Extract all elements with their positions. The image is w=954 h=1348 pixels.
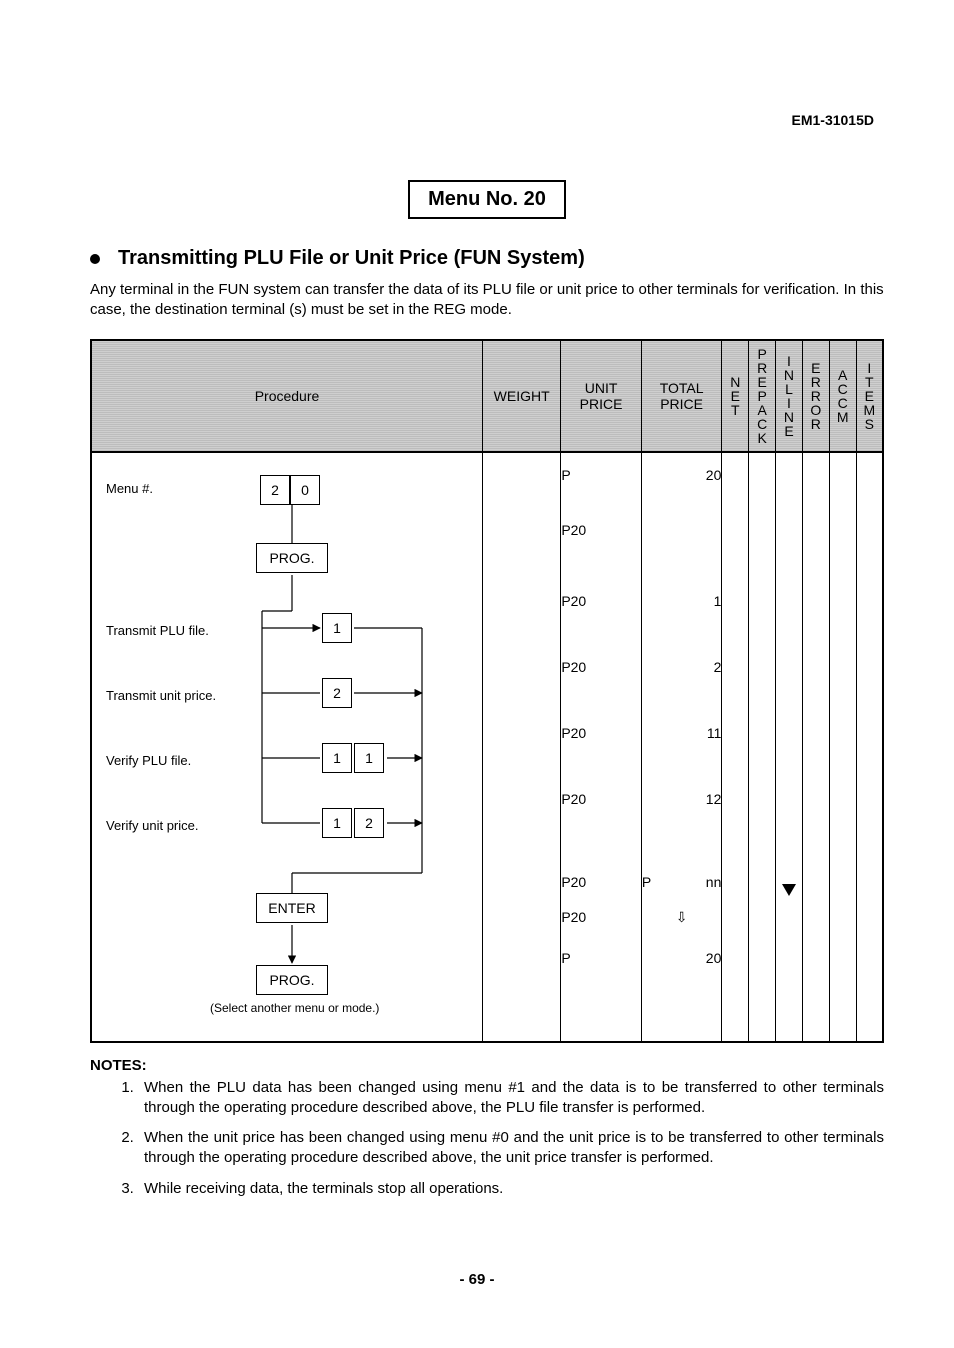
col-procedure: Procedure	[91, 340, 483, 452]
note-3: While receiving data, the terminals stop…	[138, 1179, 884, 1199]
key-prog-1: PROG.	[256, 543, 328, 573]
note-1: When the PLU data has been changed using…	[138, 1078, 884, 1119]
note-2: When the unit price has been changed usi…	[138, 1128, 884, 1169]
intro-paragraph: Any terminal in the FUN system can trans…	[90, 280, 884, 321]
section-heading-row: Transmitting PLU File or Unit Price (FUN…	[90, 247, 884, 270]
up-r4: P20	[561, 659, 586, 675]
inline-column-body	[776, 452, 803, 1042]
unit-price-column-body: P P20 P20 P20 P20 P20 P20 P20 P	[561, 452, 642, 1042]
key-1d: 1	[322, 808, 352, 838]
up-r1: P	[561, 467, 570, 483]
label-verify-unit: Verify unit price.	[106, 818, 199, 833]
down-arrow-icon: ⇩	[676, 909, 688, 926]
procedure-table: Procedure WEIGHT UNIT PRICE TOTAL PRICE …	[90, 339, 884, 1043]
key-enter: ENTER	[256, 893, 328, 923]
up-r6: P20	[561, 791, 586, 807]
flow-connectors	[92, 453, 442, 1043]
tp-r3: 1	[714, 593, 722, 609]
items-column-body	[856, 452, 883, 1042]
col-accm: ACCM	[829, 340, 856, 452]
total-price-column-body: 20 1 2 11 12 P nn ⇩ 20	[641, 452, 722, 1042]
tp-r1: 20	[706, 467, 722, 483]
notes-list: When the PLU data has been changed using…	[90, 1078, 884, 1199]
document-id: EM1-31015D	[792, 112, 875, 128]
table-body-row: Menu #. 2 0 PROG. Transmit PLU file. 1 T…	[91, 452, 883, 1042]
col-net: NET	[722, 340, 749, 452]
col-inline: INLINE	[776, 340, 803, 452]
tp-r6: 12	[706, 791, 722, 807]
prepack-column-body	[749, 452, 776, 1042]
notes-heading: NOTES:	[90, 1057, 884, 1074]
key-0: 0	[290, 475, 320, 505]
tp-r9: 20	[706, 950, 722, 966]
tp-r7a: P	[642, 874, 651, 890]
menu-box-container: Menu No. 20	[90, 180, 884, 219]
col-weight: WEIGHT	[483, 340, 561, 452]
table-header-row: Procedure WEIGHT UNIT PRICE TOTAL PRICE …	[91, 340, 883, 452]
up-r9: P	[561, 950, 570, 966]
col-total-price: TOTAL PRICE	[641, 340, 722, 452]
key-1a: 1	[322, 613, 352, 643]
col-prepack: PREPACK	[749, 340, 776, 452]
select-note: (Select another menu or mode.)	[210, 1001, 379, 1015]
key-2a: 2	[322, 678, 352, 708]
up-r3: P20	[561, 593, 586, 609]
inline-indicator-icon	[782, 884, 796, 896]
label-transmit-unit: Transmit unit price.	[106, 688, 216, 703]
tp-r4: 2	[714, 659, 722, 675]
col-error: ERROR	[802, 340, 829, 452]
page-number: - 69 -	[0, 1271, 954, 1288]
error-column-body	[802, 452, 829, 1042]
key-prog-2: PROG.	[256, 965, 328, 995]
procedure-flow-cell: Menu #. 2 0 PROG. Transmit PLU file. 1 T…	[91, 452, 483, 1042]
menu-number-box: Menu No. 20	[408, 180, 566, 219]
tp-r7b: nn	[706, 874, 722, 890]
tp-r5: 11	[707, 725, 722, 741]
label-menu-number: Menu #.	[106, 481, 153, 496]
up-r2: P20	[561, 522, 586, 538]
key-2: 2	[260, 475, 290, 505]
section-title: Transmitting PLU File or Unit Price (FUN…	[118, 247, 585, 270]
accm-column-body	[829, 452, 856, 1042]
weight-column-body	[483, 452, 561, 1042]
bullet-icon	[90, 254, 100, 264]
key-1c: 1	[354, 743, 384, 773]
key-1b: 1	[322, 743, 352, 773]
label-verify-plu: Verify PLU file.	[106, 753, 191, 768]
label-transmit-plu: Transmit PLU file.	[106, 623, 209, 638]
net-column-body	[722, 452, 749, 1042]
up-r5: P20	[561, 725, 586, 741]
key-2b: 2	[354, 808, 384, 838]
up-r8: P20	[561, 909, 586, 925]
col-unit-price: UNIT PRICE	[561, 340, 642, 452]
up-r7: P20	[561, 874, 586, 890]
col-items: ITEMS	[856, 340, 883, 452]
